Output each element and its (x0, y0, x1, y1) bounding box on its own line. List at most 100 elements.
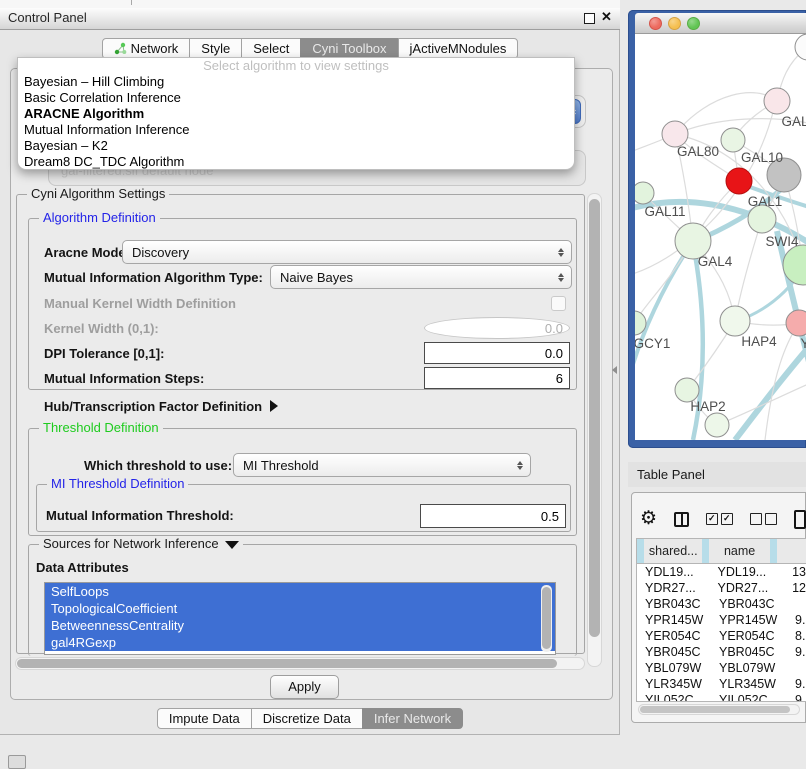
column-header-col3[interactable] (770, 539, 806, 563)
cell-name: YBR043C (713, 596, 787, 612)
mi-threshold-field[interactable]: 0.5 (420, 504, 566, 528)
table-row[interactable]: YBR045CYBR045C9. (637, 644, 806, 660)
aracne-mode-value: Discovery (123, 245, 551, 260)
table-row[interactable]: YBR043CYBR043C (637, 596, 806, 612)
group-title: MI Threshold Definition (47, 476, 188, 491)
network-canvas[interactable]: GALGAL80GAL10GAL1GAL11SWI4GAL4GCY1HAP4YH… (635, 34, 806, 440)
combo-arrows-icon (551, 273, 571, 282)
algorithm-option-bayesian-k2[interactable]: Bayesian – K2 (18, 138, 574, 154)
network-node[interactable] (795, 34, 806, 60)
bottom-tabbar: Impute DataDiscretize DataInfer Network (0, 708, 620, 729)
control-panel-title: Control Panel (8, 10, 87, 25)
minimize-light-icon[interactable] (668, 17, 681, 30)
cell-name: YIL052C (713, 692, 787, 702)
network-node[interactable] (720, 306, 750, 336)
tab-style[interactable]: Style (189, 38, 242, 59)
algorithm-option-dream8-dc-tdc-algorithm[interactable]: Dream8 DC_TDC Algorithm (18, 154, 574, 170)
combo-arrows-icon (510, 461, 530, 470)
combo-arrows-icon (551, 248, 571, 257)
algorithm-option-basic-correlation-inference[interactable]: Basic Correlation Inference (18, 90, 574, 106)
sources-toggle[interactable]: Sources for Network Inference (39, 536, 243, 551)
bottom-left-chip[interactable] (8, 755, 26, 769)
close-icon[interactable]: ✕ (601, 9, 612, 25)
network-edge[interactable] (735, 334, 806, 440)
network-edge[interactable] (675, 93, 777, 134)
manual-kernel-width-label: Manual Kernel Width Definition (44, 296, 236, 311)
algorithm-option-aracne-algorithm[interactable]: ARACNE Algorithm (18, 106, 574, 122)
attribute-topologicalcoefficient[interactable]: TopologicalCoefficient (45, 600, 555, 617)
node-label-gal10: GAL10 (741, 150, 783, 165)
tab-jactivemnodules[interactable]: jActiveMNodules (398, 38, 519, 59)
attribute-selfloops[interactable]: SelfLoops (45, 583, 555, 600)
tab-network[interactable]: Network (102, 38, 191, 59)
cell-shared-name: YBL079W (637, 660, 713, 676)
attributes-scrollbar-thumb[interactable] (542, 587, 551, 649)
mi-algorithm-type-select[interactable]: Naive Bayes (270, 265, 572, 289)
new-document-icon[interactable] (794, 510, 806, 529)
algorithm-option-mutual-information-inference[interactable]: Mutual Information Inference (18, 122, 574, 138)
aracne-mode-label: Aracne Mode: (44, 245, 130, 260)
sources-title: Sources for Network Inference (43, 536, 219, 551)
table-row[interactable]: YDL19...YDL19...13 (637, 564, 806, 580)
table-row[interactable]: YPR145WYPR145W9. (637, 612, 806, 628)
data-attributes-list[interactable]: SelfLoopsTopologicalCoefficientBetweenne… (44, 582, 556, 655)
network-node[interactable] (764, 88, 790, 114)
cell-name: YDL19... (712, 564, 785, 580)
cell-name: YLR345W (713, 676, 787, 692)
network-edge[interactable] (735, 219, 762, 321)
control-panel-titlebar (0, 8, 620, 30)
deselect-all-icon[interactable] (750, 513, 777, 525)
network-node[interactable] (705, 413, 729, 437)
splitpane-collapse-icon[interactable] (612, 366, 617, 374)
cell-value: 9. (787, 612, 805, 628)
network-node[interactable] (726, 168, 752, 194)
hub-definition-label: Hub/Transcription Factor Definition (44, 399, 262, 414)
close-light-icon[interactable] (649, 17, 662, 30)
mi-algorithm-type-label: Mutual Information Algorithm Type: (44, 270, 263, 285)
mi-steps-field[interactable]: 6 (424, 367, 570, 389)
tab-impute-data[interactable]: Impute Data (157, 708, 252, 729)
hub-definition-toggle[interactable]: Hub/Transcription Factor Definition (44, 399, 278, 414)
network-node[interactable] (721, 128, 745, 152)
settings-vertical-scrollbar-thumb[interactable] (589, 199, 600, 637)
table-row[interactable]: YDR27...YDR27...12 (637, 580, 806, 596)
collapsed-arrow-icon (270, 400, 278, 412)
tab-discretize-data[interactable]: Discretize Data (251, 708, 363, 729)
tab-label: Style (201, 38, 230, 59)
split-view-icon[interactable] (674, 512, 689, 527)
table-row[interactable]: YBL079WYBL079W (637, 660, 806, 676)
mi-algorithm-type-value: Naive Bayes (271, 270, 551, 285)
float-window-icon[interactable] (584, 13, 595, 24)
kernel-width-label: Kernel Width (0,1): (44, 321, 159, 336)
attribute-betweennesscentrality[interactable]: BetweennessCentrality (45, 617, 555, 634)
settings-horizontal-scrollbar-thumb[interactable] (17, 659, 557, 668)
tab-infer-network[interactable]: Infer Network (362, 708, 463, 729)
zoom-light-icon[interactable] (687, 17, 700, 30)
node-label-gal1: GAL1 (748, 194, 783, 209)
control-panel-tabbar: Network Style SelectCyni ToolboxjActiveMNo… (0, 38, 620, 59)
table-row[interactable]: YLR345WYLR345W9. (637, 676, 806, 692)
algorithm-option-bayesian-hill-climbing[interactable]: Bayesian – Hill Climbing (18, 74, 574, 90)
aracne-mode-select[interactable]: Discovery (122, 240, 572, 264)
network-node[interactable] (635, 182, 654, 204)
dpi-tolerance-field[interactable]: 0.0 (424, 342, 570, 364)
table-row[interactable]: YER054CYER054C8. (637, 628, 806, 644)
table-horizontal-scrollbar-thumb[interactable] (640, 706, 790, 713)
tab-cyni-toolbox[interactable]: Cyni Toolbox (300, 38, 398, 59)
tab-select[interactable]: Select (241, 38, 301, 59)
table-row[interactable]: YIL052CYIL052C9 (637, 692, 806, 702)
network-icon (114, 42, 127, 55)
gear-icon[interactable]: ⚙ (640, 508, 657, 530)
cell-value: 9 (787, 692, 802, 702)
apply-button[interactable]: Apply (270, 675, 339, 699)
select-all-icon[interactable]: ✓✓ (706, 513, 733, 525)
column-header-name[interactable]: name (702, 539, 769, 563)
manual-kernel-width-checkbox[interactable] (551, 296, 566, 311)
network-node[interactable] (748, 205, 776, 233)
kernel-width-field[interactable]: 0.0 (424, 317, 570, 339)
cell-value: 8. (787, 628, 805, 644)
attribute-gal4rgexp[interactable]: gal4RGexp (45, 634, 555, 651)
network-node[interactable] (786, 310, 806, 336)
which-threshold-select[interactable]: MI Threshold (233, 453, 531, 477)
column-header-shared[interactable]: shared... (637, 539, 702, 563)
